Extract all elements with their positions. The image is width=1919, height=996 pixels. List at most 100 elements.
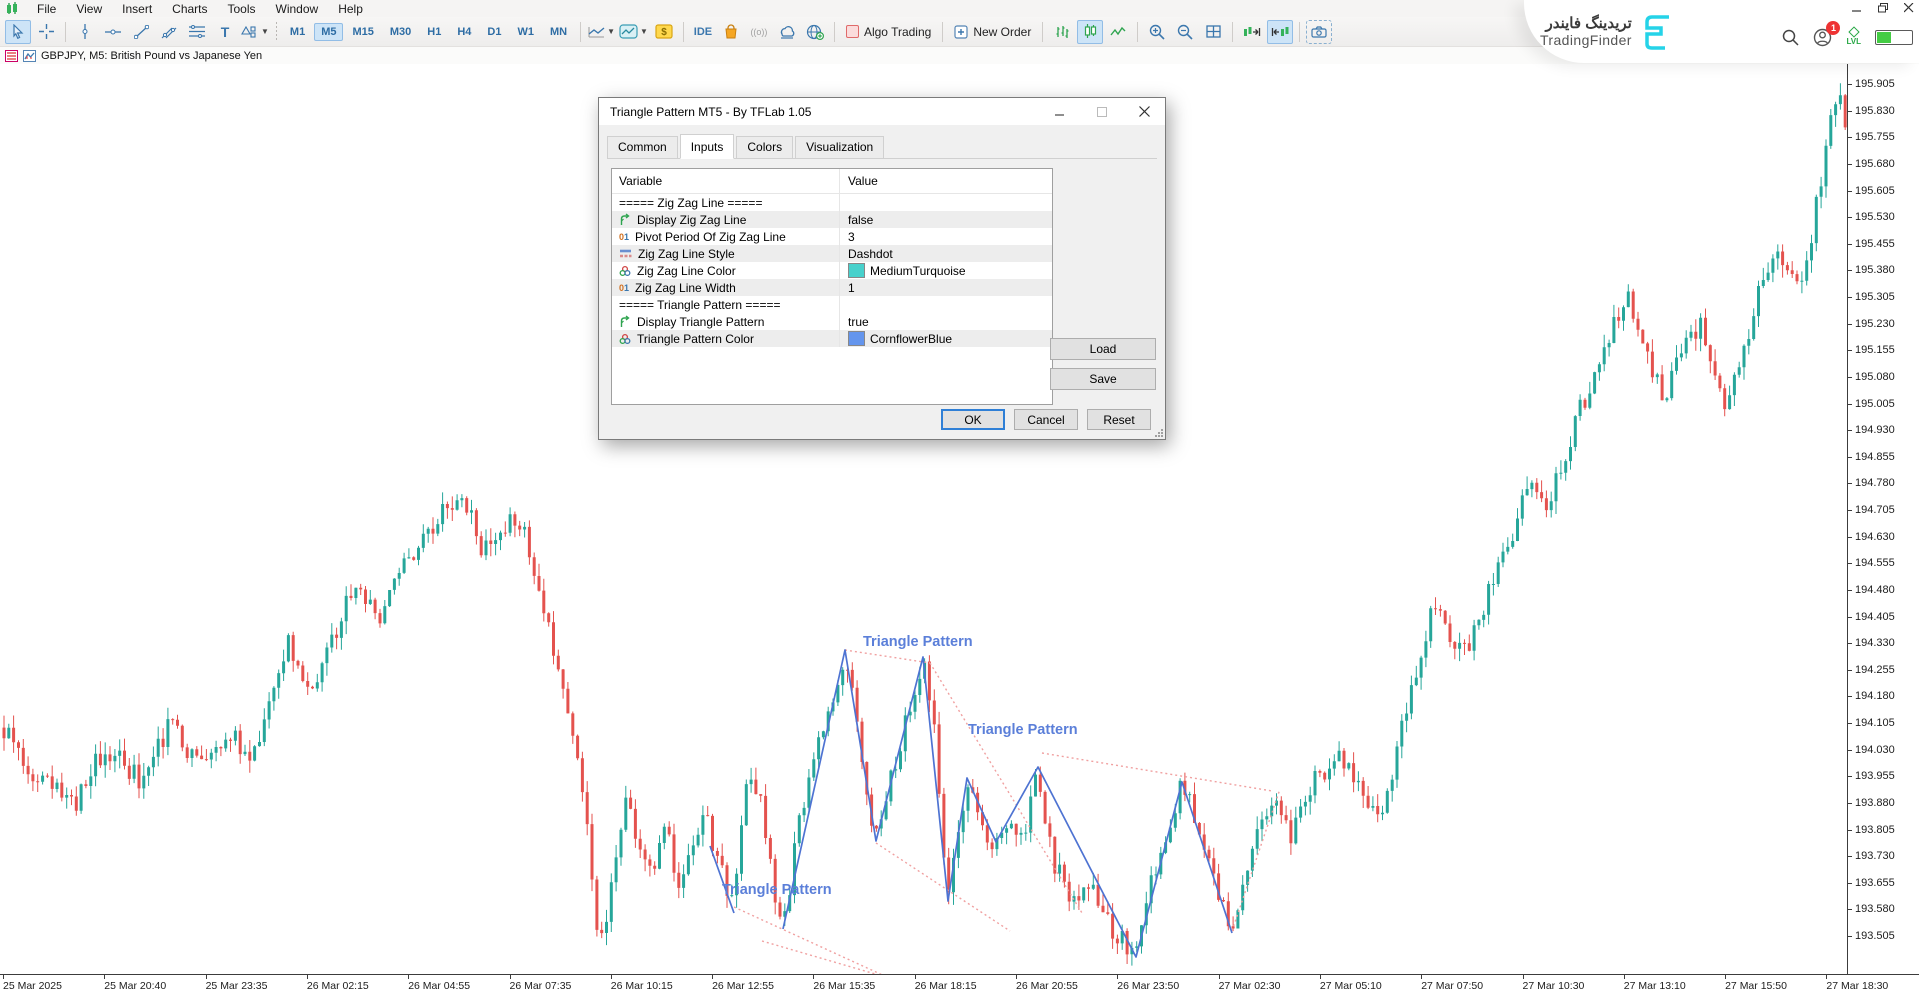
dialog-title-bar[interactable]: Triangle Pattern MT5 - By TFLab 1.05 [599,98,1165,125]
dialog-minimize-button[interactable] [1039,98,1081,125]
reset-button[interactable]: Reset [1087,409,1151,430]
channel-tool-button[interactable] [156,20,182,44]
timeframe-m5[interactable]: M5 [314,23,343,41]
param-label: ===== Zig Zag Line ===== [619,196,762,210]
signals-button[interactable]: ((o)) [746,20,772,44]
price-label: 194.405 [1855,611,1895,623]
timeframe-mn[interactable]: MN [543,23,574,41]
menu-item-help[interactable]: Help [328,1,373,17]
toolbar-divider [65,22,66,42]
dialog-maximize-button[interactable] [1081,98,1123,125]
algo-trading-button[interactable]: Algo Trading [840,21,937,43]
crosshair-tool-button[interactable] [33,20,59,44]
candlestick-mode-button[interactable] [1077,20,1103,44]
zoom-in-button[interactable] [1144,20,1170,44]
close-window-button[interactable] [1903,3,1915,13]
triangle-pattern-label[interactable]: Triangle Pattern [968,722,1078,738]
line-chart-mode-button[interactable] [1105,20,1131,44]
timeframe-m15[interactable]: M15 [345,23,380,41]
group-row[interactable]: ===== Triangle Pattern ===== [612,296,1052,313]
toolbar-divider [834,22,835,42]
menu-item-view[interactable]: View [66,1,112,17]
trendline-tool-button[interactable] [128,20,154,44]
param-value[interactable]: true [848,315,869,329]
parameters-table[interactable]: VariableValue===== Zig Zag Line =====Dis… [611,168,1053,405]
param-row[interactable]: Triangle Pattern ColorCornflowerBlue [612,330,1052,347]
save-button[interactable]: Save [1050,368,1156,390]
load-button[interactable]: Load [1050,338,1156,360]
vertical-line-tool-button[interactable] [72,20,98,44]
param-row[interactable]: Display Triangle Patterntrue [612,313,1052,330]
timeframe-h1[interactable]: H1 [420,23,448,41]
param-row[interactable]: Zig Zag Line ColorMediumTurquoise [612,262,1052,279]
text-tool-button[interactable]: T [212,20,238,44]
time-label: 26 Mar 04:55 [408,980,470,992]
auto-scroll-button[interactable] [1267,20,1293,44]
menu-item-tools[interactable]: Tools [218,1,266,17]
dialog-close-button[interactable] [1123,98,1165,125]
menu-item-window[interactable]: Window [266,1,329,17]
zoom-out-button[interactable] [1172,20,1198,44]
tab-inputs[interactable]: Inputs [680,134,735,159]
web-terminal-button[interactable] [802,20,828,44]
param-row[interactable]: 01Pivot Period Of Zig Zag Line3 [612,228,1052,245]
level-indicator[interactable]: LVL [1846,28,1861,46]
param-row[interactable]: Zig Zag Line StyleDashdot [612,245,1052,262]
fibonacci-tool-button[interactable] [184,20,210,44]
tab-visualization[interactable]: Visualization [795,136,884,158]
screenshot-button[interactable] [1306,20,1332,44]
timeframe-m30[interactable]: M30 [383,23,418,41]
shift-end-button[interactable] [1239,20,1265,44]
profile-icon[interactable]: 1 [1813,28,1832,47]
param-value[interactable]: 1 [848,281,855,295]
param-value[interactable]: false [848,213,873,227]
market-button[interactable] [718,20,744,44]
tab-colors[interactable]: Colors [736,136,793,158]
timeframe-m1[interactable]: M1 [283,23,312,41]
timeframe-w1[interactable]: W1 [510,23,541,41]
cancel-button[interactable]: Cancel [1014,409,1078,430]
bar-chart-mode-button[interactable] [1049,20,1075,44]
horizontal-line-tool-button[interactable] [100,20,126,44]
resize-grip[interactable] [1155,429,1163,437]
param-value[interactable]: Dashdot [848,247,893,261]
triangle-trendline-dotted[interactable] [1042,753,1272,791]
minimize-window-button[interactable] [1851,3,1863,13]
menu-item-file[interactable]: File [27,1,66,17]
search-icon[interactable] [1782,29,1799,46]
currency-pairs-button[interactable]: $ [651,20,677,44]
depth-of-market-icon[interactable] [5,50,18,62]
timeframe-d1[interactable]: D1 [480,23,508,41]
triangle-pattern-label[interactable]: Triangle Pattern [863,634,973,650]
triangle-pattern-label[interactable]: Triangle Pattern [722,882,832,898]
price-tick [1848,270,1852,271]
tab-common[interactable]: Common [607,136,678,158]
param-row[interactable]: 01Zig Zag Line Width1 [612,279,1052,296]
ide-button[interactable]: IDE [690,20,716,44]
triangle-trendline-dotted[interactable] [845,650,930,663]
group-row[interactable]: ===== Zig Zag Line ===== [612,194,1052,211]
param-row[interactable]: Display Zig Zag Linefalse [612,211,1052,228]
cursor-tool-button[interactable] [5,20,31,44]
ok-button[interactable]: OK [941,409,1005,430]
timeframe-h4[interactable]: H4 [450,23,478,41]
time-axis[interactable]: 25 Mar 202525 Mar 20:4025 Mar 23:3526 Ma… [0,974,1919,996]
new-order-button[interactable]: New Order [948,21,1037,43]
line-chart-type-button[interactable]: ▼ [587,20,616,44]
cloud-button[interactable] [774,20,800,44]
menu-item-charts[interactable]: Charts [162,1,217,17]
restore-window-button[interactable] [1877,3,1889,13]
param-value[interactable]: CornflowerBlue [870,332,952,346]
indicators-button[interactable]: ▼ [618,20,649,44]
zigzag-line[interactable] [783,650,1232,957]
color-wheel-icon [619,333,631,345]
tile-windows-button[interactable] [1200,20,1226,44]
param-value[interactable]: MediumTurquoise [870,264,966,278]
param-value[interactable]: 3 [848,230,855,244]
shapes-tool-button[interactable]: ▼ [240,20,270,44]
price-axis[interactable]: 195.905195.830195.755195.680195.605195.5… [1847,63,1919,975]
triangle-trendline-dotted[interactable] [762,941,889,976]
menu-item-insert[interactable]: Insert [112,1,162,17]
chart-window-icon[interactable] [23,50,36,62]
triangle-trendline-dotted[interactable] [734,907,889,976]
